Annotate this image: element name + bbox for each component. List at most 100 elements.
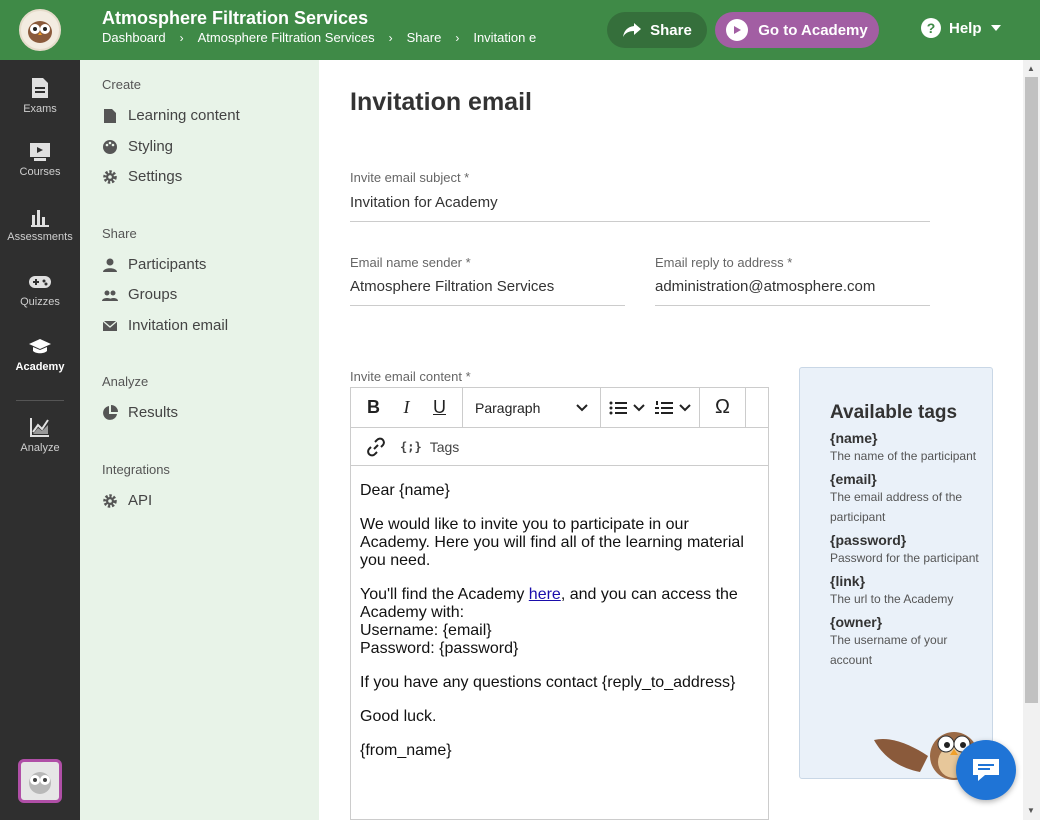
chevron-down-icon	[633, 403, 645, 411]
special-character-button[interactable]: Ω	[706, 393, 739, 423]
subnav-learning-content[interactable]: Learning content	[102, 107, 240, 124]
academy-link[interactable]: here	[529, 586, 561, 603]
gear-icon	[103, 493, 117, 508]
subject-label: Invite email subject *	[350, 170, 470, 185]
bullet-list-button[interactable]	[607, 400, 647, 416]
rail-label: Academy	[15, 361, 65, 373]
help-menu[interactable]: ? Help	[921, 18, 1002, 38]
subject-field[interactable]: Invitation for Academy	[350, 194, 930, 222]
email-questions: If you have any questions contact {reply…	[360, 674, 736, 691]
rail-item-academy[interactable]: Academy	[0, 337, 80, 373]
subnav-api[interactable]: API	[102, 492, 152, 509]
tag-name[interactable]: {email}	[830, 471, 980, 487]
tags-title: Available tags	[830, 402, 958, 423]
breadcrumb-dashboard[interactable]: Dashboard	[102, 30, 166, 45]
subnav-participants[interactable]: Participants	[102, 256, 206, 273]
tag-item: {email} The email address of the partici…	[830, 471, 980, 527]
bar-chart-icon	[31, 210, 49, 227]
list-group	[601, 388, 700, 427]
bullet-list-icon	[609, 401, 627, 414]
symbol-group: Ω	[700, 388, 746, 427]
tag-item: {owner} The username of your account	[830, 614, 980, 670]
tag-list: {name} The name of the participant {emai…	[830, 430, 980, 675]
breadcrumb: Dashboard › Atmosphere Filtration Servic…	[102, 30, 552, 45]
breadcrumb-share[interactable]: Share	[407, 30, 442, 45]
subnav-styling[interactable]: Styling	[102, 138, 173, 155]
tag-item: {link} The url to the Academy	[830, 573, 980, 609]
tag-description: Password for the participant	[830, 551, 979, 565]
tag-name[interactable]: {name}	[830, 430, 980, 446]
rail-item-exams[interactable]: Exams	[0, 77, 80, 115]
chat-button[interactable]	[956, 740, 1016, 800]
chat-bubble-icon	[973, 759, 999, 781]
gamepad-icon	[29, 276, 51, 288]
format-group: B I U	[351, 388, 463, 427]
scroll-down-icon[interactable]: ▼	[1027, 806, 1035, 815]
subnav-label: Results	[128, 404, 179, 421]
content-label: Invite email content *	[350, 369, 471, 384]
section-share: Share	[102, 226, 137, 241]
email-good-luck: Good luck.	[360, 708, 437, 725]
person-icon	[103, 258, 117, 272]
sender-label: Email name sender *	[350, 255, 471, 270]
rail-item-courses[interactable]: Courses	[0, 142, 80, 178]
mail-icon	[102, 320, 118, 331]
section-create: Create	[102, 77, 142, 92]
email-sign: {from_name}	[360, 742, 452, 759]
scroll-up-icon[interactable]: ▲	[1027, 64, 1035, 73]
subnav-label: Participants	[128, 256, 207, 273]
tags-button[interactable]: {;} Tags	[400, 439, 459, 455]
subnav-label: Settings	[128, 168, 183, 185]
help-label: Help	[949, 19, 982, 37]
paragraph-select[interactable]: Paragraph	[463, 388, 601, 427]
rail-label: Analyze	[20, 442, 60, 454]
top-bar: Atmosphere Filtration Services Dashboard…	[0, 0, 1040, 60]
gear-icon	[103, 169, 117, 184]
reply-field[interactable]: administration@atmosphere.com	[655, 278, 930, 306]
go-to-academy-button[interactable]: Go to Academy	[715, 12, 879, 48]
app-logo[interactable]	[0, 0, 80, 60]
sender-field[interactable]: Atmosphere Filtration Services	[350, 278, 625, 306]
email-greeting: Dear {name}	[360, 482, 450, 499]
app-title: Atmosphere Filtration Services	[102, 8, 369, 28]
numbered-list-button[interactable]	[653, 400, 693, 416]
tag-name[interactable]: {password}	[830, 532, 980, 548]
link-icon	[366, 437, 385, 456]
italic-button[interactable]: I	[390, 393, 423, 423]
share-button[interactable]: Share	[607, 12, 707, 48]
tag-name[interactable]: {owner}	[830, 614, 980, 630]
rail-item-quizzes[interactable]: Quizzes	[0, 272, 80, 308]
editor-content[interactable]: Dear {name} We would like to invite you …	[351, 466, 768, 786]
rail-label: Assessments	[7, 231, 73, 243]
subnav-groups[interactable]: Groups	[102, 286, 177, 303]
page-scrollbar[interactable]: ▲ ▼	[1023, 60, 1040, 820]
numbered-list-icon	[655, 400, 673, 414]
subnav-invitation-email[interactable]: Invitation email	[102, 317, 228, 334]
password-line: Password: {password}	[360, 640, 519, 657]
tag-description: The url to the Academy	[830, 592, 954, 606]
breadcrumb-project[interactable]: Atmosphere Filtration Services	[198, 30, 375, 45]
user-avatar[interactable]	[18, 759, 62, 803]
tag-item: {name} The name of the participant	[830, 430, 980, 466]
bold-button[interactable]: B	[357, 393, 390, 423]
scrollbar-thumb[interactable]	[1025, 77, 1038, 703]
rail-item-analyze[interactable]: Analyze	[0, 416, 80, 454]
chevron-right-icon: ›	[179, 30, 184, 45]
help-icon: ?	[921, 18, 941, 38]
subnav-settings[interactable]: Settings	[102, 168, 182, 185]
access-text: You'll find the Academy	[360, 586, 529, 603]
pie-chart-icon	[103, 404, 118, 420]
rail-item-assessments[interactable]: Assessments	[0, 207, 80, 243]
rail-label: Courses	[19, 166, 61, 178]
breadcrumb-current: Invitation e	[473, 30, 537, 45]
subnav-label: Styling	[128, 138, 174, 155]
tag-description: The username of your account	[830, 633, 948, 667]
underline-button[interactable]: U	[423, 393, 456, 423]
email-intro: We would like to invite you to participa…	[360, 516, 744, 569]
rail-divider	[16, 400, 64, 401]
subnav-results[interactable]: Results	[102, 404, 178, 421]
section-analyze: Analyze	[102, 374, 149, 389]
tag-name[interactable]: {link}	[830, 573, 980, 589]
chevron-right-icon: ›	[388, 30, 393, 45]
link-button[interactable]	[359, 432, 392, 462]
